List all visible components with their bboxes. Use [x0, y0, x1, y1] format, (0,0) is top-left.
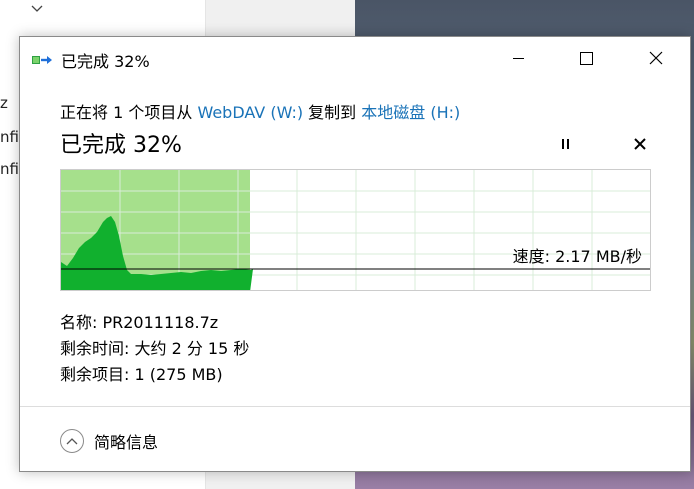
progress-heading: 已完成 32% [60, 133, 182, 158]
background-text-fragment: nfi [0, 160, 19, 178]
close-icon [649, 51, 663, 65]
copy-description-prefix: 正在将 1 个项目从 [60, 103, 198, 122]
pause-icon [561, 139, 564, 149]
copy-progress-icon [32, 52, 54, 66]
time-remaining: 剩余时间: 大约 2 分 15 秒 [60, 339, 250, 358]
copy-description: 正在将 1 个项目从 WebDAV (W:) 复制到 本地磁盘 (H:) [60, 99, 460, 123]
fewer-details-label: 简略信息 [94, 433, 159, 452]
background-text-fragment: nfi [0, 128, 19, 146]
source-location-link[interactable]: WebDAV (W:) [197, 103, 303, 122]
copy-description-middle: 复制到 [303, 103, 362, 122]
maximize-button[interactable] [563, 37, 609, 79]
minimize-button[interactable] [495, 37, 541, 79]
copy-progress-dialog: 已完成 32% 正在将 1 个项目从 WebDAV (W:) 复制到 本地磁盘 … [19, 36, 691, 472]
fewer-details-toggle[interactable]: 简略信息 [60, 427, 158, 455]
pause-icon-bar [566, 139, 569, 149]
close-icon [634, 138, 646, 150]
background-text-fragment: z [0, 94, 8, 112]
close-window-button[interactable] [633, 37, 679, 79]
items-remaining: 剩余项目: 1 (275 MB) [60, 365, 223, 384]
transfer-speed-graph: 速度: 2.17 MB/秒 [60, 169, 651, 291]
maximize-icon [579, 51, 593, 65]
speed-label: 速度: 2.17 MB/秒 [512, 247, 642, 266]
minimize-icon [512, 57, 524, 59]
chevron-down-icon[interactable] [30, 2, 46, 18]
chevron-up-icon [60, 429, 84, 453]
title-bar[interactable]: 已完成 32% [20, 37, 690, 79]
pause-button[interactable] [553, 133, 577, 155]
destination-location-link[interactable]: 本地磁盘 (H:) [361, 103, 460, 122]
speed-graph-canvas [61, 170, 650, 290]
footer-divider [20, 406, 690, 407]
window-title: 已完成 32% [61, 52, 150, 71]
cancel-copy-button[interactable] [628, 133, 652, 155]
file-name: 名称: PR2011118.7z [60, 313, 219, 332]
